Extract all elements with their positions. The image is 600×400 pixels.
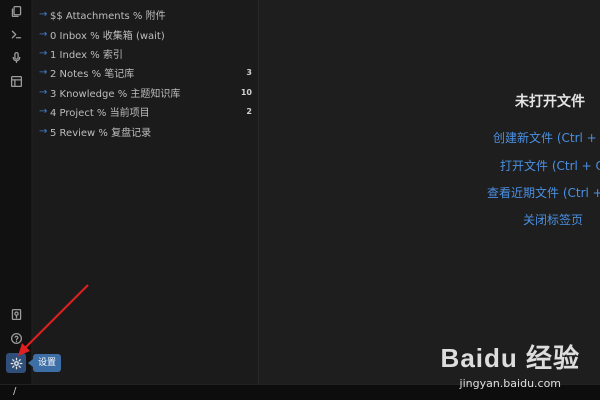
open-file-link[interactable]: 打开文件 (Ctrl + O) [500, 157, 600, 174]
recent-files-link[interactable]: 查看近期文件 (Ctrl + O) [487, 184, 600, 201]
baidu-watermark: Baidu 经验 jingyan.baidu.com [441, 338, 580, 390]
folder-item-inbox[interactable]: → 0 Inbox % 收集箱 (wait) [33, 24, 259, 43]
empty-state-title: 未打开文件 [515, 94, 585, 110]
folder-label: 3 Knowledge % 主题知识库 [50, 88, 181, 100]
folder-label: 4 Project % 当前项目 [50, 108, 150, 120]
gear-icon[interactable] [6, 353, 26, 373]
collapse-arrow-icon[interactable]: → [39, 106, 50, 117]
collapse-arrow-icon[interactable]: → [39, 48, 50, 59]
file-explorer: → $$ Attachments % 附件 → 0 Inbox % 收集箱 (w… [33, 0, 259, 384]
microphone-icon[interactable] [8, 49, 24, 65]
close-tab-link[interactable]: 关闭标签页 [523, 211, 583, 228]
folder-count: 2 [246, 107, 252, 117]
folder-label: $$ Attachments % 附件 [50, 11, 166, 23]
map-pin-icon[interactable] [8, 306, 24, 322]
settings-tooltip: 设置 [27, 354, 62, 372]
folder-count: 10 [240, 87, 252, 97]
folder-label: 2 Notes % 笔记库 [50, 69, 135, 81]
help-icon[interactable] [8, 330, 24, 346]
collapse-arrow-icon[interactable]: → [39, 67, 50, 78]
folder-item-knowledge[interactable]: → 3 Knowledge % 主题知识库 10 [33, 83, 259, 102]
folder-item-project[interactable]: → 4 Project % 当前项目 2 [33, 102, 259, 121]
collapse-arrow-icon[interactable]: → [39, 9, 50, 20]
folder-item-review[interactable]: → 5 Review % 复盘记录 [33, 121, 259, 140]
layout-icon[interactable] [8, 73, 24, 89]
folder-item-attachments[interactable]: → $$ Attachments % 附件 [33, 5, 259, 24]
terminal-icon[interactable] [8, 26, 24, 42]
collapse-arrow-icon[interactable]: → [39, 126, 50, 137]
folder-count: 3 [246, 68, 252, 78]
collapse-arrow-icon[interactable]: → [39, 29, 50, 40]
empty-editor-pane: 未打开文件 创建新文件 (Ctrl + N) 打开文件 (Ctrl + O) 查… [260, 0, 600, 384]
folder-label: 1 Index % 索引 [50, 49, 123, 61]
watermark-site: jingyan.baidu.com [459, 377, 562, 390]
collapse-arrow-icon[interactable]: → [39, 87, 50, 98]
status-text: / [13, 386, 17, 397]
folder-label: 5 Review % 复盘记录 [50, 127, 152, 139]
folder-list: → $$ Attachments % 附件 → 0 Inbox % 收集箱 (w… [33, 5, 259, 141]
files-icon[interactable] [8, 3, 24, 19]
left-ribbon [0, 0, 32, 384]
folder-item-index[interactable]: → 1 Index % 索引 [33, 44, 259, 63]
watermark-brand: Baidu 经验 [440, 343, 580, 373]
folder-item-notes[interactable]: → 2 Notes % 笔记库 3 [33, 63, 259, 82]
folder-label: 0 Inbox % 收集箱 (wait) [50, 30, 165, 42]
create-new-file-link[interactable]: 创建新文件 (Ctrl + N) [493, 129, 600, 146]
